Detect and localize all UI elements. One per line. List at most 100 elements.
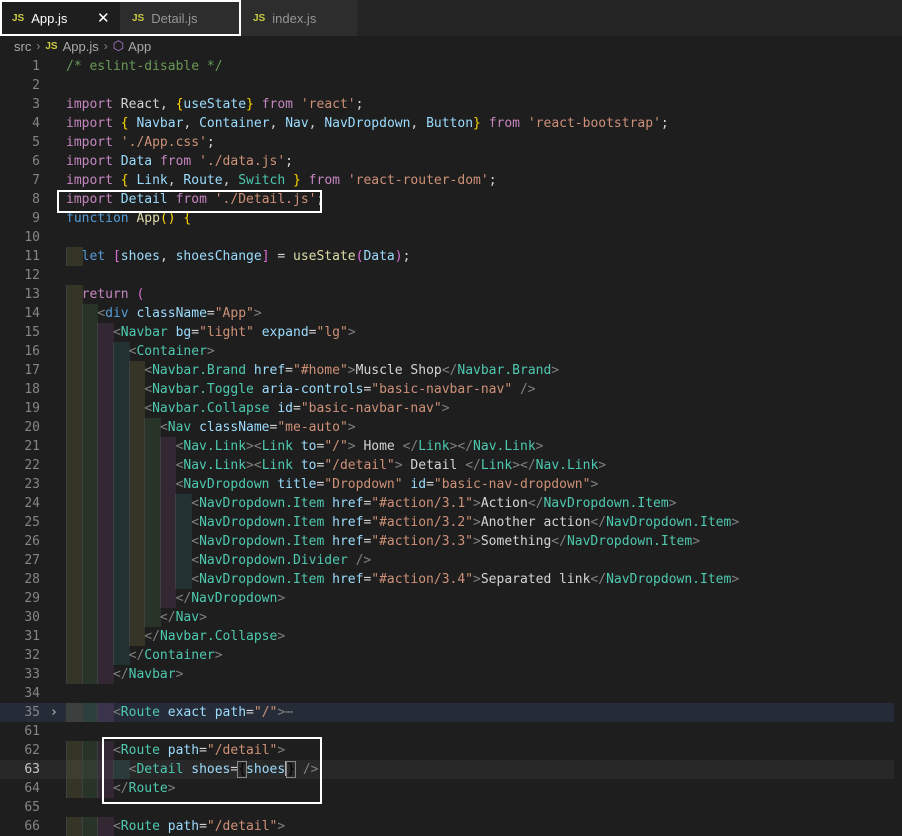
code-token: {	[120, 116, 129, 131]
code-line[interactable]: 4 import { Navbar, Container, Nav, NavDro…	[0, 114, 902, 133]
code-line[interactable]: 17 <Navbar.Brand href="#home">Muscle Sho…	[0, 361, 902, 380]
code-text: function App() {	[66, 209, 191, 228]
code-line[interactable]: 63 <Detail shoes={shoes} />	[0, 760, 902, 779]
code-line[interactable]: 16 <Container>	[0, 342, 902, 361]
code-line[interactable]: 8 import Detail from './Detail.js';	[0, 190, 902, 209]
code-line[interactable]: 64 </Route>	[0, 779, 902, 798]
code-line[interactable]: 2	[0, 76, 902, 95]
code-line[interactable]: 27 <NavDropdown.Divider />	[0, 551, 902, 570]
code-text: </Nav>	[66, 608, 207, 627]
code-token: bg	[175, 325, 192, 340]
code-line[interactable]: 35 › <Route exact path="/">⋯	[0, 703, 902, 722]
code-token: =	[191, 325, 200, 340]
code-token: useState	[183, 97, 247, 112]
code-line[interactable]: 6 import Data from './data.js';	[0, 152, 902, 171]
code-line[interactable]: 32 </Container>	[0, 646, 902, 665]
code-line[interactable]: 23 <NavDropdown title="Dropdown" id="bas…	[0, 475, 902, 494]
code-line[interactable]: 11 let [shoes, shoesChange] = useState(D…	[0, 247, 902, 266]
code-token: >	[441, 401, 450, 416]
line-number: 31	[24, 629, 40, 644]
code-token: NavDropdown.Item	[199, 496, 325, 511]
code-line[interactable]: 15 <Navbar bg="light" expand="lg">	[0, 323, 902, 342]
code-line[interactable]: 28 <NavDropdown.Item href="#action/3.4">…	[0, 570, 902, 589]
line-number: 35	[24, 705, 40, 720]
code-text: <Route path="/detail">	[66, 817, 285, 836]
code-token: =	[206, 306, 215, 321]
code-token: >	[347, 420, 356, 435]
code-text: <Nav className="me-auto">	[66, 418, 356, 437]
code-token: from	[261, 97, 294, 112]
code-token: './Detail.js'	[214, 192, 317, 207]
code-line[interactable]: 31 </Navbar.Collapse>	[0, 627, 902, 646]
code-line[interactable]: 22 <Nav.Link><Link to="/detail"> Detail …	[0, 456, 902, 475]
code-token: ,	[410, 116, 427, 131]
code-token: >	[199, 610, 207, 625]
tab-app-js[interactable]: JS App.js ✕	[0, 0, 120, 36]
code-token: import	[66, 116, 113, 131]
code-token: ;	[355, 97, 364, 112]
code-token: >	[206, 344, 215, 359]
code-text: let [shoes, shoesChange] = useState(Data…	[66, 247, 411, 266]
vertical-scrollbar[interactable]	[894, 57, 902, 822]
tab-detail-js[interactable]: JS Detail.js	[120, 0, 240, 36]
code-line[interactable]: 18 <Navbar.Toggle aria-controls="basic-n…	[0, 380, 902, 399]
code-line[interactable]: 14 <div className="App">	[0, 304, 902, 323]
code-line[interactable]: 25 <NavDropdown.Item href="#action/3.2">…	[0, 513, 902, 532]
code-line[interactable]: 30 </Nav>	[0, 608, 902, 627]
code-token: >	[598, 458, 607, 473]
code-line[interactable]: 13 return (	[0, 285, 902, 304]
breadcrumb-folder[interactable]: src	[14, 39, 31, 54]
code-line[interactable]: 34	[0, 684, 902, 703]
code-line[interactable]: 24 <NavDropdown.Item href="#action/3.1">…	[0, 494, 902, 513]
code-editor[interactable]: 1/* eslint-disable */2 3 import React, {us…	[0, 57, 902, 836]
code-token: >	[277, 705, 286, 720]
code-line[interactable]: 65	[0, 798, 902, 817]
line-number: 16	[24, 344, 40, 359]
code-line[interactable]: 12	[0, 266, 902, 285]
code-line[interactable]: 5 import './App.css';	[0, 133, 902, 152]
code-line[interactable]: 3 import React, {useState} from 'react';	[0, 95, 902, 114]
code-line[interactable]: 21 <Nav.Link><Link to="/"> Home </Link><…	[0, 437, 902, 456]
code-line[interactable]: 10	[0, 228, 902, 247]
code-line[interactable]: 9 function App() {	[0, 209, 902, 228]
tab-index-js[interactable]: JS index.js	[241, 0, 357, 36]
code-line[interactable]: 1 /* eslint-disable */	[0, 57, 902, 76]
code-token: 'react'	[300, 97, 356, 112]
breadcrumb-symbol[interactable]: App	[128, 39, 151, 54]
code-line[interactable]: 62 <Route path="/detail">	[0, 741, 902, 760]
code-token: }	[246, 97, 254, 112]
code-token: ></	[512, 458, 536, 473]
code-line[interactable]: 7 import { Link, Route, Switch } from 're…	[0, 171, 902, 190]
close-icon[interactable]: ✕	[97, 9, 110, 27]
code-token: <	[144, 363, 153, 378]
code-token: Nav.Link	[473, 439, 536, 454]
code-token: =	[246, 705, 254, 720]
code-token: NavDropdown	[191, 591, 278, 606]
code-token: Route	[120, 819, 160, 834]
breadcrumb-file[interactable]: App.js	[63, 39, 99, 54]
code-line[interactable]: 19 <Navbar.Collapse id="basic-navbar-nav…	[0, 399, 902, 418]
code-token: =	[426, 477, 434, 492]
code-line[interactable]: 61	[0, 722, 902, 741]
fold-chevron-icon[interactable]: ›	[50, 703, 58, 722]
line-number: 15	[24, 325, 40, 340]
code-token: ;	[285, 154, 293, 169]
js-file-icon: JS	[12, 12, 25, 24]
code-line[interactable]: 29 </NavDropdown>	[0, 589, 902, 608]
code-line[interactable]: 33 </Navbar>	[0, 665, 902, 684]
code-line[interactable]: 66 <Route path="/detail">	[0, 817, 902, 836]
code-token: "basic-navbar-nav"	[371, 382, 513, 397]
code-line[interactable]: 20 <Nav className="me-auto">	[0, 418, 902, 437]
code-line[interactable]: 26 <NavDropdown.Item href="#action/3.3">…	[0, 532, 902, 551]
